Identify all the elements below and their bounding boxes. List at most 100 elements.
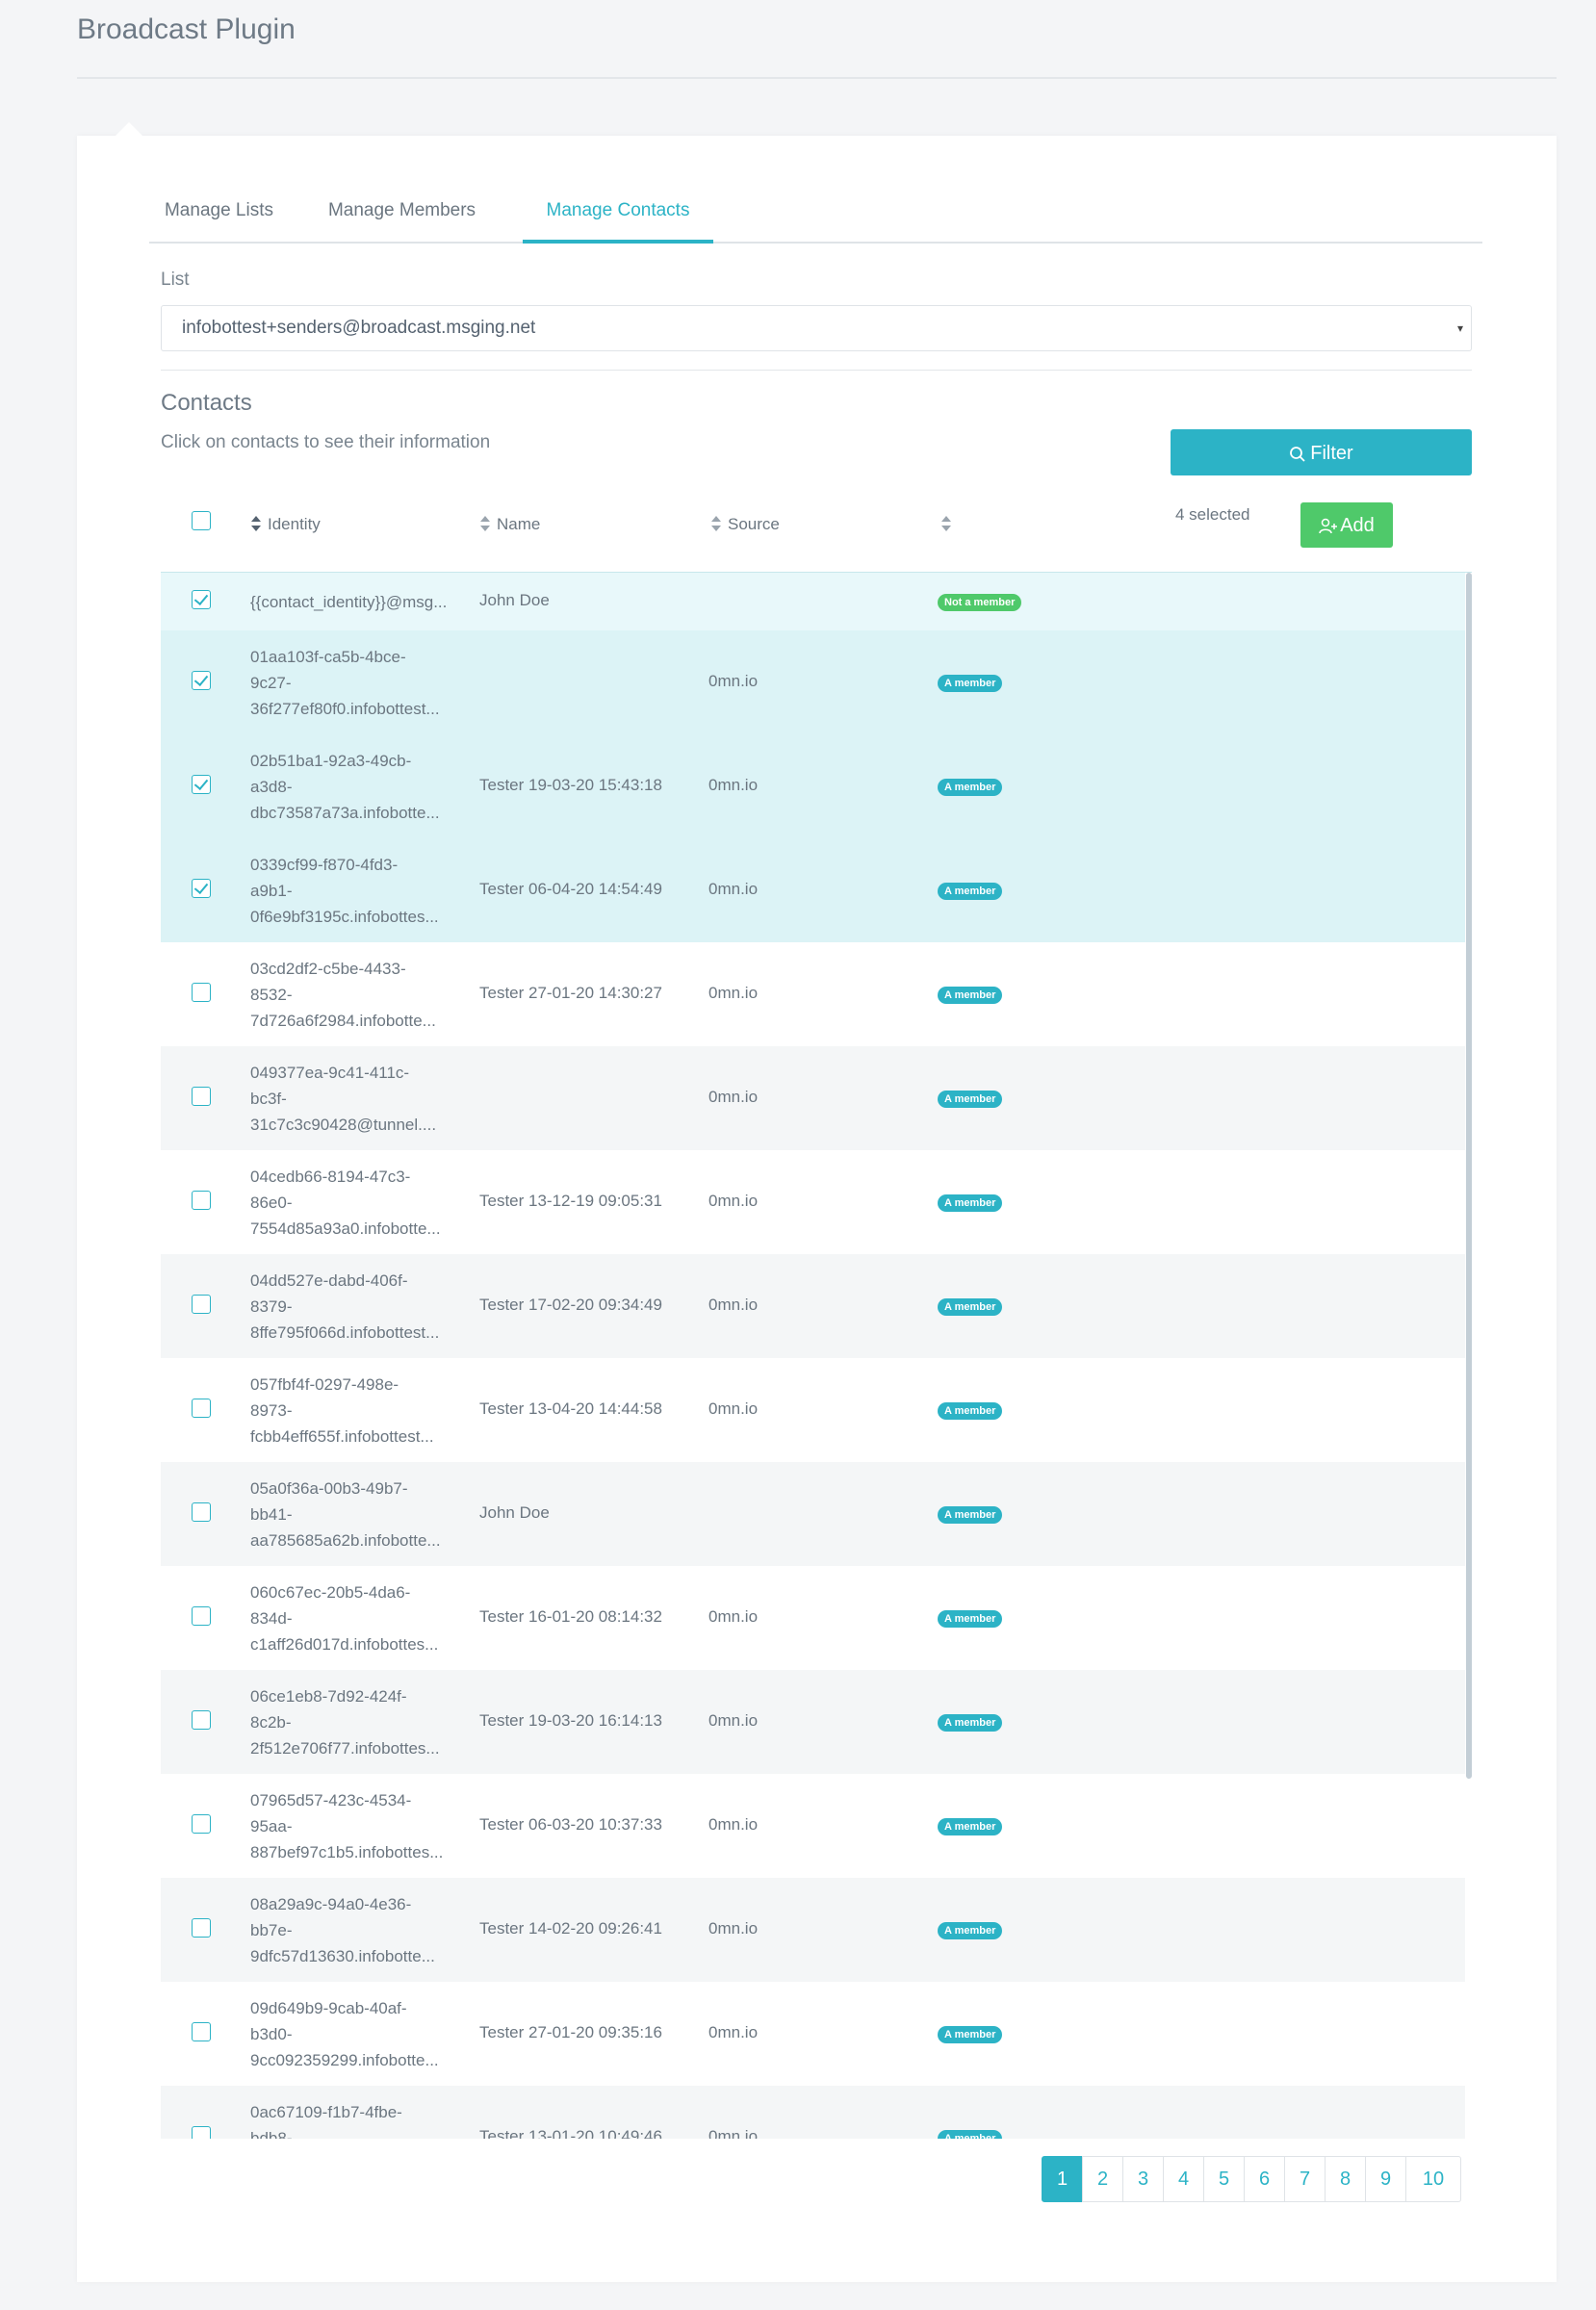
- identity-line: 057fbf4f-0297-498e-: [250, 1374, 399, 1394]
- column-identity[interactable]: Identity: [250, 514, 321, 534]
- identity-line: 95aa-: [250, 1816, 293, 1835]
- column-source[interactable]: Source: [710, 514, 780, 534]
- identity-line: 049377ea-9c41-411c-: [250, 1063, 410, 1082]
- page-button-3[interactable]: 3: [1122, 2156, 1164, 2202]
- row-checkbox[interactable]: [192, 879, 211, 898]
- column-name-label: Name: [497, 515, 541, 533]
- column-status[interactable]: [940, 514, 958, 534]
- tab-manage-members[interactable]: Manage Members: [318, 183, 486, 244]
- table-row[interactable]: 01aa103f-ca5b-4bce- 9c27- 36f277ef80f0.inf…: [161, 630, 1465, 734]
- table-row[interactable]: {{contact_identity}}@msg... John Doe Not a…: [161, 573, 1465, 630]
- identity-line: 0f6e9bf3195c.infobottes...: [250, 907, 439, 926]
- page-button-7[interactable]: 7: [1284, 2156, 1326, 2202]
- source-cell: 0mn.io: [708, 1296, 759, 1314]
- row-checkbox[interactable]: [192, 1295, 211, 1314]
- tab-manage-lists[interactable]: Manage Lists: [149, 183, 289, 244]
- identity-line: b3d0-: [250, 2024, 293, 2043]
- select-all-checkbox[interactable]: [192, 511, 211, 530]
- row-checkbox[interactable]: [192, 1606, 211, 1626]
- table-row[interactable]: 07965d57-423c-4534- 95aa- 887bef97c1b5.inf…: [161, 1774, 1465, 1878]
- row-checkbox[interactable]: [192, 1087, 211, 1106]
- identity-line: bb41-: [250, 1504, 293, 1524]
- identity-line: 887bef97c1b5.infobottes...: [250, 1842, 444, 1861]
- identity-cell: 060c67ec-20b5-4da6- 834d-c1aff26d017d.inf…: [250, 1579, 454, 1657]
- page-button-4[interactable]: 4: [1163, 2156, 1204, 2202]
- name-cell: Tester 19-03-20 16:14:13: [479, 1711, 662, 1730]
- row-checkbox[interactable]: [192, 775, 211, 794]
- name-cell: Tester 16-01-20 08:14:32: [479, 1607, 662, 1626]
- table-row[interactable]: 04cedb66-8194-47c3- 86e0- 7554d85a93a0.inf…: [161, 1150, 1465, 1254]
- page-button-6[interactable]: 6: [1244, 2156, 1285, 2202]
- page-button-5[interactable]: 5: [1203, 2156, 1245, 2202]
- row-checkbox[interactable]: [192, 590, 211, 609]
- identity-cell: 08a29a9c-94a0-4e36- bb7e- 9dfc57d13630.inf…: [250, 1891, 454, 1969]
- row-checkbox[interactable]: [192, 2022, 211, 2041]
- identity-line: a9b1-: [250, 881, 293, 900]
- page-button-1[interactable]: 1: [1042, 2156, 1083, 2202]
- card-notch: [116, 122, 142, 136]
- identity-line: fcbb4eff655f.infobottest...: [250, 1426, 434, 1446]
- table-row[interactable]: 02b51ba1-92a3-49cb-a3d8- dbc73587a73a.inf…: [161, 734, 1465, 838]
- status-badge: A member: [938, 1194, 1003, 1212]
- tab-manage-contacts[interactable]: Manage Contacts: [523, 183, 713, 244]
- identity-line: bb7e-: [250, 1920, 293, 1939]
- contacts-hint: Click on contacts to see their informati…: [161, 432, 491, 452]
- row-checkbox[interactable]: [192, 1502, 211, 1522]
- identity-line: 03cd2df2-c5be-4433-: [250, 959, 406, 978]
- row-checkbox[interactable]: [192, 671, 211, 690]
- table-row[interactable]: 049377ea-9c41-411c-bc3f- 31c7c3c90428@tun…: [161, 1046, 1465, 1150]
- selected-count: 4 selected: [1175, 505, 1250, 524]
- page-button-2[interactable]: 2: [1082, 2156, 1123, 2202]
- row-checkbox[interactable]: [192, 1918, 211, 1938]
- add-button[interactable]: Add: [1300, 502, 1393, 548]
- status-badge: Not a member: [938, 594, 1022, 611]
- source-cell: 0mn.io: [708, 1919, 759, 1938]
- identity-cell: 01aa103f-ca5b-4bce- 9c27- 36f277ef80f0.inf…: [250, 644, 454, 722]
- table-scrollbar[interactable]: [1466, 573, 1472, 1779]
- identity-line: a3d8-: [250, 777, 293, 796]
- column-name[interactable]: Name: [479, 514, 540, 534]
- row-checkbox[interactable]: [192, 2126, 211, 2139]
- page-button-8[interactable]: 8: [1325, 2156, 1366, 2202]
- source-cell: 0mn.io: [708, 672, 759, 690]
- identity-line: c1aff26d017d.infobottes...: [250, 1634, 439, 1654]
- identity-line: 07965d57-423c-4534-: [250, 1790, 412, 1810]
- sort-icon: [480, 516, 490, 531]
- source-cell: 0mn.io: [708, 1192, 759, 1210]
- add-user-icon: [1319, 518, 1338, 533]
- list-select[interactable]: infobottest+senders@broadcast.msging.net…: [161, 305, 1472, 351]
- tab-bar: Manage Lists Manage Members Manage Conta…: [149, 183, 1482, 244]
- table-row[interactable]: 057fbf4f-0297-498e- 8973- fcbb4eff655f.inf…: [161, 1358, 1465, 1462]
- identity-cell: 04cedb66-8194-47c3- 86e0- 7554d85a93a0.inf…: [250, 1164, 454, 1242]
- identity-cell: 02b51ba1-92a3-49cb-a3d8- dbc73587a73a.inf…: [250, 748, 454, 826]
- status-badge: A member: [938, 1714, 1003, 1732]
- row-checkbox[interactable]: [192, 1191, 211, 1210]
- table-row[interactable]: 0ac67109-f1b7-4fbe-bdb8- Tester 13-01-20…: [161, 2086, 1465, 2139]
- table-row[interactable]: 0339cf99-f870-4fd3- a9b1- 0f6e9bf3195c.inf…: [161, 838, 1465, 942]
- table-row[interactable]: 06ce1eb8-7d92-424f- 8c2b- 2f512e706f77.inf…: [161, 1670, 1465, 1774]
- identity-line: 9cc092359299.infobotte...: [250, 2050, 439, 2069]
- table-row[interactable]: 05a0f36a-00b3-49b7- bb41- aa785685a62b.inf…: [161, 1462, 1465, 1566]
- identity-line: 02b51ba1-92a3-49cb-: [250, 751, 412, 770]
- page-button-9[interactable]: 9: [1365, 2156, 1406, 2202]
- table-row[interactable]: 03cd2df2-c5be-4433- 8532- 7d726a6f2984.inf…: [161, 942, 1465, 1046]
- table-row[interactable]: 09d649b9-9cab-40af-b3d0- 9cc092359299.inf…: [161, 1982, 1465, 2086]
- identity-line: 8379-: [250, 1296, 293, 1316]
- table-row[interactable]: 060c67ec-20b5-4da6- 834d-c1aff26d017d.inf…: [161, 1566, 1465, 1670]
- identity-cell: 0ac67109-f1b7-4fbe-bdb8-: [250, 2099, 454, 2140]
- identity-line: 8532-: [250, 985, 293, 1004]
- table-row[interactable]: 04dd527e-dabd-406f- 8379- 8ffe795f066d.inf…: [161, 1254, 1465, 1358]
- filter-button[interactable]: Filter: [1171, 429, 1472, 475]
- row-checkbox[interactable]: [192, 1399, 211, 1418]
- identity-line: 04dd527e-dabd-406f-: [250, 1270, 408, 1290]
- page-button-10[interactable]: 10: [1405, 2156, 1461, 2202]
- row-checkbox[interactable]: [192, 983, 211, 1002]
- contacts-title: Contacts: [161, 390, 252, 416]
- row-checkbox[interactable]: [192, 1710, 211, 1730]
- identity-line: 060c67ec-20b5-4da6-: [250, 1582, 411, 1602]
- identity-line: 04cedb66-8194-47c3-: [250, 1167, 411, 1186]
- row-checkbox[interactable]: [192, 1814, 211, 1834]
- table-row[interactable]: 08a29a9c-94a0-4e36- bb7e- 9dfc57d13630.inf…: [161, 1878, 1465, 1982]
- identity-line: 9dfc57d13630.infobotte...: [250, 1946, 435, 1965]
- list-label: List: [161, 270, 190, 290]
